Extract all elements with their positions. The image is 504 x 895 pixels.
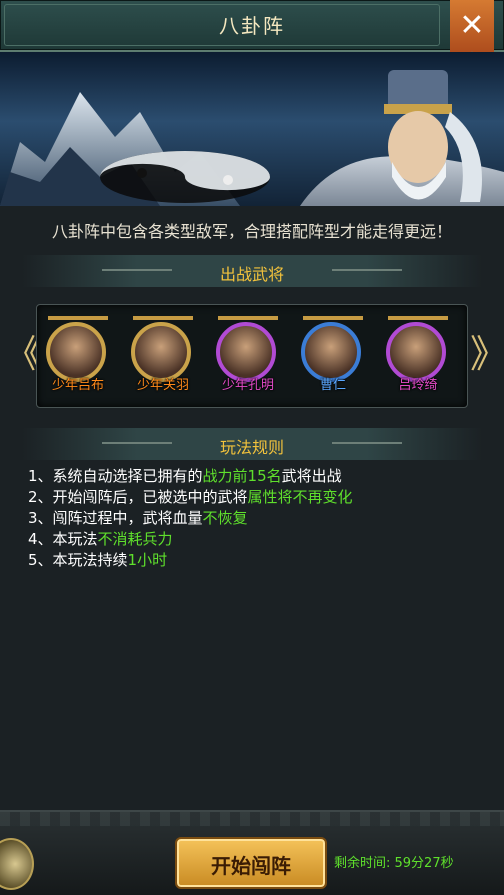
start-button-label: 开始闯阵: [211, 854, 291, 878]
rule-text: 武将出战: [281, 467, 342, 485]
hero-level-bar: [218, 316, 278, 320]
hero-portrait: [46, 322, 106, 382]
title-bar: 八卦阵: [0, 0, 504, 52]
ornament-right: [332, 442, 402, 444]
hero-portrait: [131, 322, 191, 382]
window-title: 八卦阵: [219, 14, 285, 38]
hero-name: 少年孔明: [221, 378, 274, 393]
rule-highlight: 1小时: [127, 551, 168, 569]
close-icon: ✕: [459, 8, 485, 43]
hero-level-bar: [48, 316, 108, 320]
rule-highlight: 属性将不再变化: [247, 488, 353, 506]
hero-card[interactable]: 曹仁: [297, 316, 369, 396]
rules-section-title: 玩法规则: [219, 438, 284, 457]
rule-text: 3、闯阵过程中，武将血量: [28, 509, 203, 527]
hero-level-bar: [303, 316, 363, 320]
rule-item: 5、本玩法持续1小时: [28, 550, 488, 571]
rule-highlight: 不恢复: [202, 509, 248, 527]
rule-item: 3、闯阵过程中，武将血量不恢复: [28, 508, 488, 529]
heroes-section-header: 出战武将: [22, 255, 482, 287]
start-challenge-button[interactable]: 开始闯阵: [175, 837, 327, 889]
rules-section-header: 玩法规则: [22, 428, 482, 460]
rule-text: 2、开始闯阵后，已被选中的武将: [28, 488, 248, 506]
next-arrow-button[interactable]: 》: [470, 332, 504, 376]
hero-card[interactable]: 少年吕布: [42, 316, 114, 396]
prev-arrow-button[interactable]: 《: [4, 332, 42, 376]
hero-name: 少年关羽: [136, 378, 189, 393]
hero-level-bar: [388, 316, 448, 320]
hero-level-bar: [133, 316, 193, 320]
close-button[interactable]: ✕: [450, 0, 494, 60]
intro-text: 八卦阵中包含各类型敌军，合理搭配阵型才能走得更远！: [51, 222, 452, 241]
hero-portrait: [301, 322, 361, 382]
ornament-right: [332, 269, 402, 271]
hero-card[interactable]: 少年孔明: [212, 316, 284, 396]
remaining-time: 剩余时间: 59分27秒: [334, 856, 454, 871]
heroes-section-title: 出战武将: [219, 265, 284, 284]
rule-text: 5、本玩法持续: [28, 551, 128, 569]
rule-highlight: 战力前15名: [202, 467, 282, 485]
rule-item: 2、开始闯阵后，已被选中的武将属性将不再变化: [28, 487, 488, 508]
rule-text: 4、本玩法: [28, 530, 98, 548]
rule-text: 1、系统自动选择已拥有的: [28, 467, 203, 485]
hero-name: 少年吕布: [51, 378, 104, 393]
hero-card[interactable]: 吕玲绮: [382, 316, 454, 396]
banner-image: [0, 52, 504, 206]
rule-item: 1、系统自动选择已拥有的战力前15名武将出战: [28, 466, 488, 487]
hero-portrait: [216, 322, 276, 382]
footer-pattern: [0, 812, 504, 826]
rule-item: 4、本玩法不消耗兵力: [28, 529, 488, 550]
hero-portrait: [386, 322, 446, 382]
rule-highlight: 不消耗兵力: [97, 530, 173, 548]
hero-name: 曹仁: [319, 378, 346, 393]
rules-list: 1、系统自动选择已拥有的战力前15名武将出战 2、开始闯阵后，已被选中的武将属性…: [28, 466, 488, 571]
hero-card[interactable]: 少年关羽: [127, 316, 199, 396]
hero-name: 吕玲绮: [398, 378, 438, 393]
